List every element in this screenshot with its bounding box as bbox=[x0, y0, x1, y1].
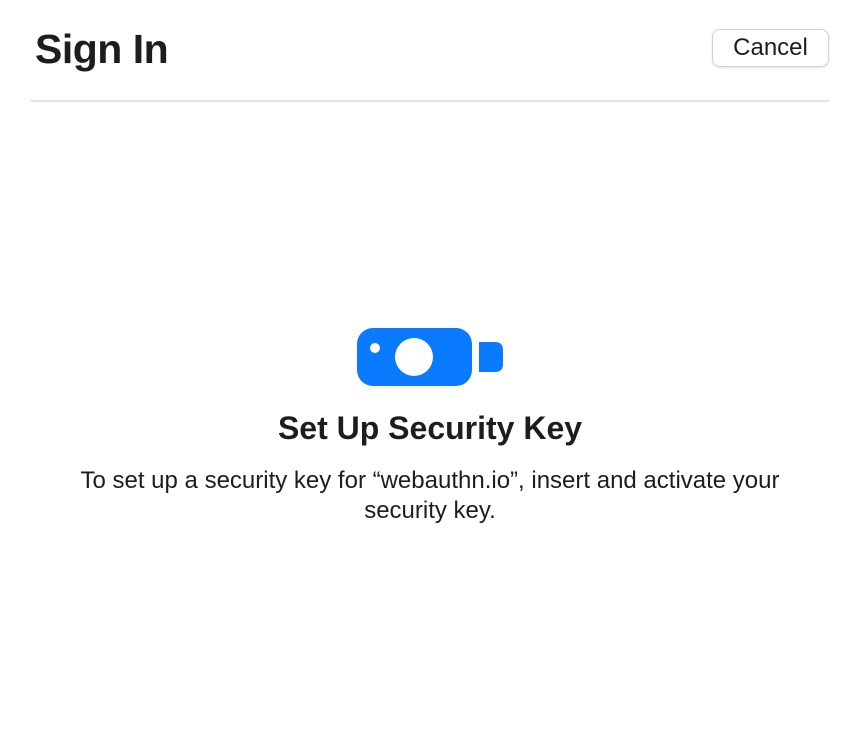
prompt-heading: Set Up Security Key bbox=[277, 410, 583, 446]
sign-in-sheet: Sign In Cancel Set Up Security Key To se… bbox=[0, 0, 860, 742]
cancel-button[interactable]: Cancel bbox=[712, 29, 829, 67]
security-key-icon bbox=[357, 328, 503, 386]
security-key-prompt: Set Up Security Key To set up a security… bbox=[0, 328, 860, 526]
header: Sign In Cancel bbox=[31, 0, 829, 102]
page-title: Sign In bbox=[35, 26, 169, 72]
prompt-description: To set up a security key for “webauthn.i… bbox=[80, 467, 780, 524]
